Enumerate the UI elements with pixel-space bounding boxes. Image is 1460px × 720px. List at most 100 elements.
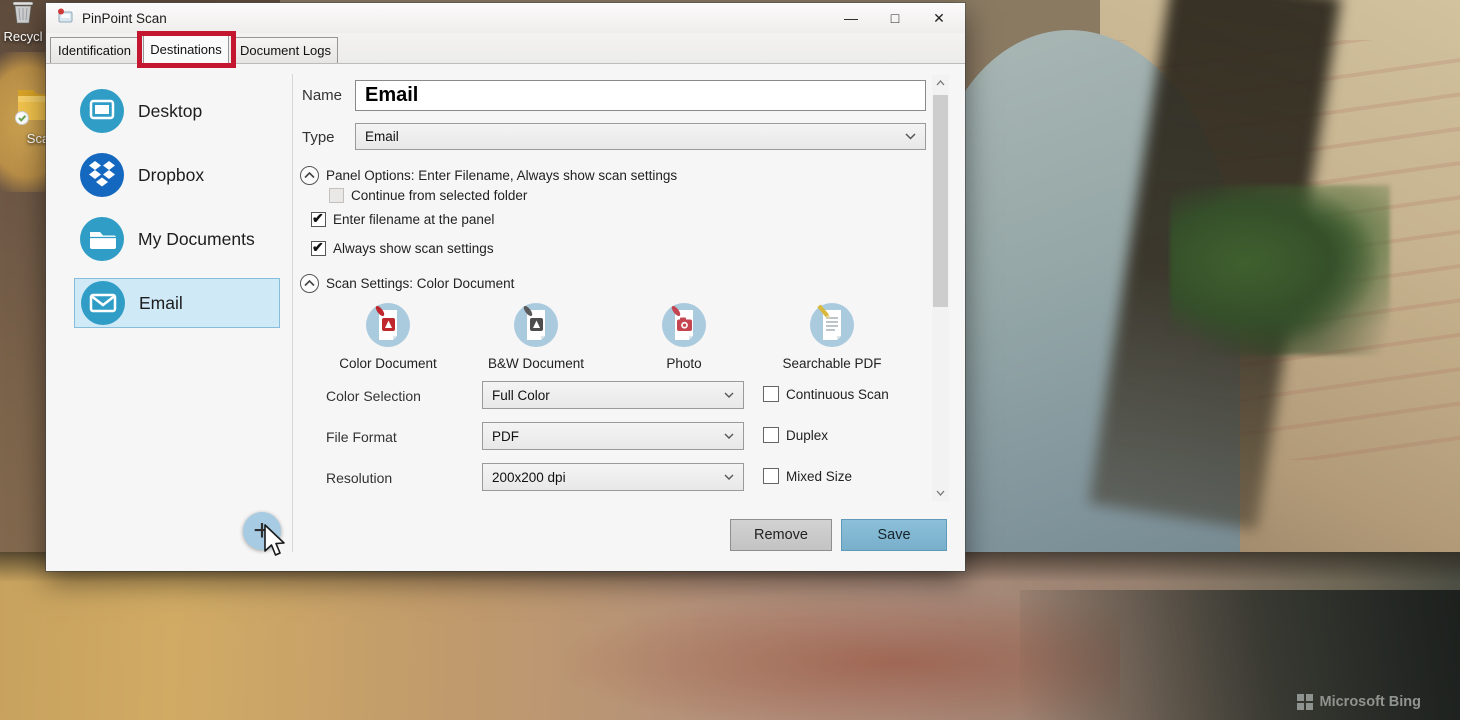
recycle-bin-icon bbox=[7, 12, 39, 27]
recycle-bin-desktop-icon[interactable]: Recycl bbox=[0, 0, 46, 44]
sidebar-item-label: My Documents bbox=[138, 229, 255, 250]
searchable-pdf-icon bbox=[809, 302, 855, 348]
tab-document-logs[interactable]: Document Logs bbox=[233, 37, 338, 63]
color-document-icon bbox=[365, 302, 411, 348]
window-title: PinPoint Scan bbox=[82, 11, 167, 26]
blue-gray-boulder bbox=[930, 30, 1240, 720]
watermark-text: Microsoft Bing bbox=[1320, 694, 1422, 710]
desktop-screen: Recycl Sca PinPoint Scan bbox=[0, 0, 1460, 720]
red-rock-streak bbox=[560, 592, 1120, 720]
destinations-panel: Desktop Dropbox bbox=[46, 64, 965, 571]
name-label: Name bbox=[302, 87, 342, 104]
file-format-label: File Format bbox=[326, 429, 397, 445]
preset-label: Color Document bbox=[323, 356, 453, 371]
preset-label: Searchable PDF bbox=[767, 356, 897, 371]
maximize-button[interactable]: □ bbox=[873, 3, 917, 33]
chevron-down-icon bbox=[724, 392, 734, 398]
checkbox-label: Continue from selected folder bbox=[351, 188, 527, 203]
scan-settings-header: Scan Settings: Color Document bbox=[300, 274, 514, 293]
mixed-size-row: Mixed Size bbox=[763, 468, 852, 484]
checkbox-label: Continuous Scan bbox=[786, 387, 889, 402]
type-dropdown[interactable]: Email bbox=[355, 123, 926, 150]
dropbox-icon bbox=[80, 153, 124, 197]
panel-options-header-text: Panel Options: Enter Filename, Always sh… bbox=[326, 168, 677, 183]
dark-crevice bbox=[1089, 0, 1341, 530]
bw-document-icon bbox=[513, 302, 559, 348]
preset-label: Photo bbox=[619, 356, 749, 371]
checkbox-label: Enter filename at the panel bbox=[333, 212, 494, 227]
documents-folder-icon bbox=[80, 217, 124, 261]
bing-watermark: Microsoft Bing bbox=[1297, 694, 1421, 710]
mouse-cursor bbox=[262, 524, 288, 565]
scan-settings-header-text: Scan Settings: Color Document bbox=[326, 276, 514, 291]
sidebar-divider bbox=[292, 74, 293, 552]
preset-bw-document[interactable]: B&W Document bbox=[471, 302, 601, 371]
duplex-row: Duplex bbox=[763, 427, 828, 443]
email-icon bbox=[81, 281, 125, 325]
type-label: Type bbox=[302, 129, 335, 146]
sidebar-item-email[interactable]: Email bbox=[74, 278, 280, 328]
duplex-checkbox[interactable] bbox=[763, 427, 779, 443]
preset-searchable-pdf[interactable]: Searchable PDF bbox=[767, 302, 897, 371]
sidebar-item-label: Desktop bbox=[138, 101, 202, 122]
photo-icon bbox=[661, 302, 707, 348]
microsoft-logo-icon bbox=[1297, 694, 1313, 710]
scroll-down-arrow[interactable] bbox=[932, 485, 949, 501]
sidebar-item-my-documents[interactable]: My Documents bbox=[74, 214, 280, 264]
tab-identification[interactable]: Identification bbox=[50, 37, 139, 63]
checkbox-label: Always show scan settings bbox=[333, 241, 494, 256]
scroll-up-arrow[interactable] bbox=[932, 75, 949, 91]
enter-filename-checkbox[interactable] bbox=[311, 212, 326, 227]
checkbox-row-always-show: Always show scan settings bbox=[311, 241, 494, 256]
panel-options-header: Panel Options: Enter Filename, Always sh… bbox=[300, 166, 677, 185]
color-selection-label: Color Selection bbox=[326, 388, 421, 404]
tab-strip: Identification Destinations Document Log… bbox=[46, 33, 965, 64]
window-controls: — □ ✕ bbox=[829, 3, 961, 33]
sidebar-item-label: Dropbox bbox=[138, 165, 204, 186]
resolution-label: Resolution bbox=[326, 470, 392, 486]
file-format-dropdown[interactable]: PDF bbox=[482, 422, 744, 450]
app-icon bbox=[56, 7, 74, 30]
close-button[interactable]: ✕ bbox=[917, 3, 961, 33]
tab-destinations[interactable]: Destinations bbox=[143, 34, 229, 63]
title-bar[interactable]: PinPoint Scan — □ ✕ bbox=[46, 3, 965, 33]
resolution-value: 200x200 dpi bbox=[492, 470, 566, 485]
continuous-scan-row: Continuous Scan bbox=[763, 386, 889, 402]
minimize-button[interactable]: — bbox=[829, 3, 873, 33]
chevron-down-icon bbox=[724, 433, 734, 439]
collapse-icon[interactable] bbox=[300, 166, 319, 185]
type-dropdown-value: Email bbox=[365, 129, 399, 144]
canyon-rock-right bbox=[1100, 0, 1460, 620]
desktop-icon bbox=[80, 89, 124, 133]
sunlit-rock-band bbox=[0, 552, 1460, 720]
sidebar-item-desktop[interactable]: Desktop bbox=[74, 86, 280, 136]
checkbox-row-enter-filename: Enter filename at the panel bbox=[311, 212, 494, 227]
always-show-settings-checkbox[interactable] bbox=[311, 241, 326, 256]
file-format-value: PDF bbox=[492, 429, 519, 444]
chevron-down-icon bbox=[724, 474, 734, 480]
rock-striations bbox=[1100, 40, 1460, 460]
chevron-down-icon bbox=[905, 133, 916, 140]
color-selection-value: Full Color bbox=[492, 388, 550, 403]
continuous-scan-checkbox[interactable] bbox=[763, 386, 779, 402]
checkbox-label: Mixed Size bbox=[786, 469, 852, 484]
collapse-icon[interactable] bbox=[300, 274, 319, 293]
continue-from-folder-checkbox[interactable] bbox=[329, 188, 344, 203]
recycle-bin-label: Recycl bbox=[0, 29, 46, 44]
resolution-dropdown[interactable]: 200x200 dpi bbox=[482, 463, 744, 491]
vertical-scrollbar[interactable] bbox=[932, 75, 949, 501]
sidebar-item-dropbox[interactable]: Dropbox bbox=[74, 150, 280, 200]
save-button[interactable]: Save bbox=[841, 519, 947, 551]
green-bush bbox=[1170, 185, 1390, 355]
preset-photo[interactable]: Photo bbox=[619, 302, 749, 371]
name-input[interactable] bbox=[355, 80, 926, 111]
scrollbar-thumb[interactable] bbox=[933, 95, 948, 307]
preset-color-document[interactable]: Color Document bbox=[323, 302, 453, 371]
color-selection-dropdown[interactable]: Full Color bbox=[482, 381, 744, 409]
preset-label: B&W Document bbox=[471, 356, 601, 371]
checkbox-row-continue-from-folder: Continue from selected folder bbox=[329, 188, 527, 203]
remove-button[interactable]: Remove bbox=[730, 519, 832, 551]
pinpoint-scan-window: PinPoint Scan — □ ✕ Identification Desti… bbox=[46, 3, 965, 571]
mixed-size-checkbox[interactable] bbox=[763, 468, 779, 484]
checkbox-label: Duplex bbox=[786, 428, 828, 443]
